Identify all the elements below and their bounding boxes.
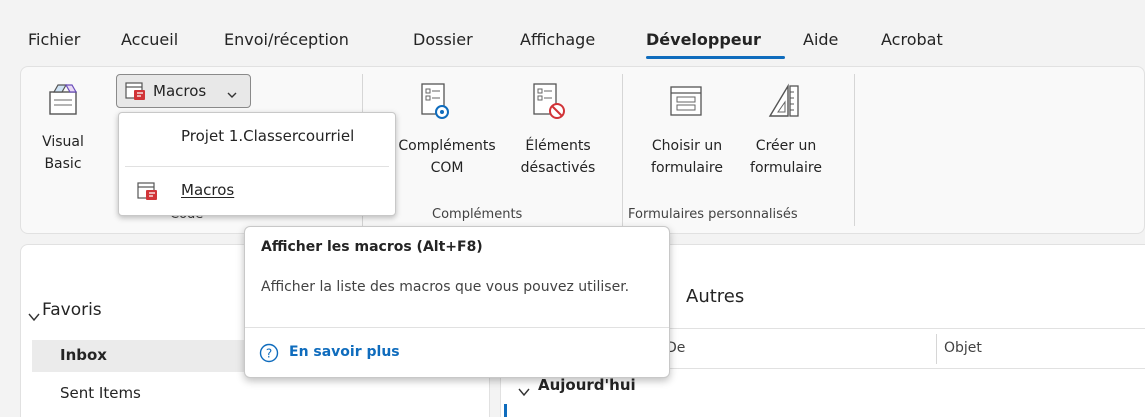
- menu-item-macros[interactable]: Macros: [119, 169, 395, 215]
- favorites-label: Favoris: [42, 300, 102, 320]
- elements-desactives-button[interactable]: Éléments désactivés: [508, 136, 608, 188]
- chevron-down-icon: [227, 85, 237, 104]
- nav-item-label: Inbox: [60, 346, 107, 364]
- ribbon-separator: [622, 74, 623, 226]
- tooltip-title: Afficher les macros (Alt+F8): [261, 239, 483, 255]
- creer-formulaire-label-1: Créer un: [755, 138, 817, 154]
- choose-form-icon: [668, 84, 704, 120]
- creer-formulaire-label-2: formulaire: [750, 160, 822, 176]
- tab-envoi-reception[interactable]: Envoi/réception: [224, 30, 349, 49]
- column-header-objet[interactable]: Objet: [944, 340, 982, 356]
- creer-formulaire-button[interactable]: Créer un formulaire: [740, 136, 832, 188]
- choisir-formulaire-label-1: Choisir un: [651, 138, 723, 154]
- column-separator[interactable]: [936, 334, 937, 364]
- active-tab-indicator: [646, 56, 785, 59]
- tab-aide[interactable]: Aide: [803, 30, 838, 49]
- macros-icon: [137, 181, 159, 205]
- visual-basic-button[interactable]: Visual Basic: [32, 132, 94, 184]
- nav-item-sent-items[interactable]: Sent Items: [32, 378, 244, 410]
- chevron-down-icon: [28, 307, 40, 326]
- menu-item-projet-classercourriel[interactable]: Projet 1.Classercourriel: [119, 113, 395, 163]
- com-addins-icon: [418, 82, 454, 122]
- tab-affichage[interactable]: Affichage: [520, 30, 595, 49]
- menu-divider: [125, 166, 389, 167]
- macros-tooltip: Afficher les macros (Alt+F8) Afficher la…: [244, 226, 670, 378]
- svg-text:?: ?: [266, 347, 272, 361]
- complements-com-button[interactable]: Compléments COM: [392, 136, 502, 188]
- menu-item-label: Macros: [181, 181, 235, 199]
- group-label-complements: Compléments: [432, 207, 523, 222]
- group-label-formulaires: Formulaires personnalisés: [628, 207, 798, 222]
- macros-icon: [125, 81, 147, 105]
- tab-fichier[interactable]: Fichier: [28, 30, 80, 49]
- tab-acrobat[interactable]: Acrobat: [881, 30, 943, 49]
- tab-developpeur[interactable]: Développeur: [646, 30, 761, 49]
- help-icon: ?: [259, 343, 279, 367]
- macros-split-button[interactable]: Macros: [116, 74, 251, 108]
- chevron-down-icon: [518, 382, 530, 401]
- macros-button-label: Macros: [153, 82, 207, 100]
- choisir-formulaire-label-2: formulaire: [651, 160, 723, 176]
- group-header-label: Aujourd'hui: [538, 376, 636, 394]
- complements-com-label-1: Compléments: [398, 138, 496, 154]
- visual-basic-label-1: Visual: [42, 134, 84, 150]
- ribbon-separator: [854, 74, 855, 226]
- tab-accueil[interactable]: Accueil: [121, 30, 178, 49]
- nav-item-inbox[interactable]: Inbox: [32, 340, 244, 372]
- menu-item-label: Projet 1.Classercourriel: [181, 127, 355, 145]
- disabled-items-icon: [530, 82, 570, 122]
- visual-basic-label-2: Basic: [44, 156, 82, 172]
- macros-dropdown: Projet 1.Classercourriel Macros: [118, 112, 396, 216]
- choisir-formulaire-button[interactable]: Choisir un formulaire: [636, 136, 738, 188]
- tooltip-divider: [245, 327, 669, 328]
- tooltip-description: Afficher la liste des macros que vous po…: [261, 279, 630, 295]
- tab-dossier[interactable]: Dossier: [413, 30, 473, 49]
- learn-more-label: En savoir plus: [289, 344, 400, 360]
- nav-item-label: Sent Items: [60, 384, 141, 402]
- elements-desactives-label-2: désactivés: [520, 160, 596, 176]
- design-form-icon: [766, 82, 802, 122]
- complements-com-label-2: COM: [430, 160, 464, 176]
- tab-autres[interactable]: Autres: [686, 286, 744, 307]
- selection-indicator: [504, 404, 507, 417]
- visual-basic-icon: [46, 82, 84, 118]
- elements-desactives-label-1: Éléments: [525, 138, 591, 154]
